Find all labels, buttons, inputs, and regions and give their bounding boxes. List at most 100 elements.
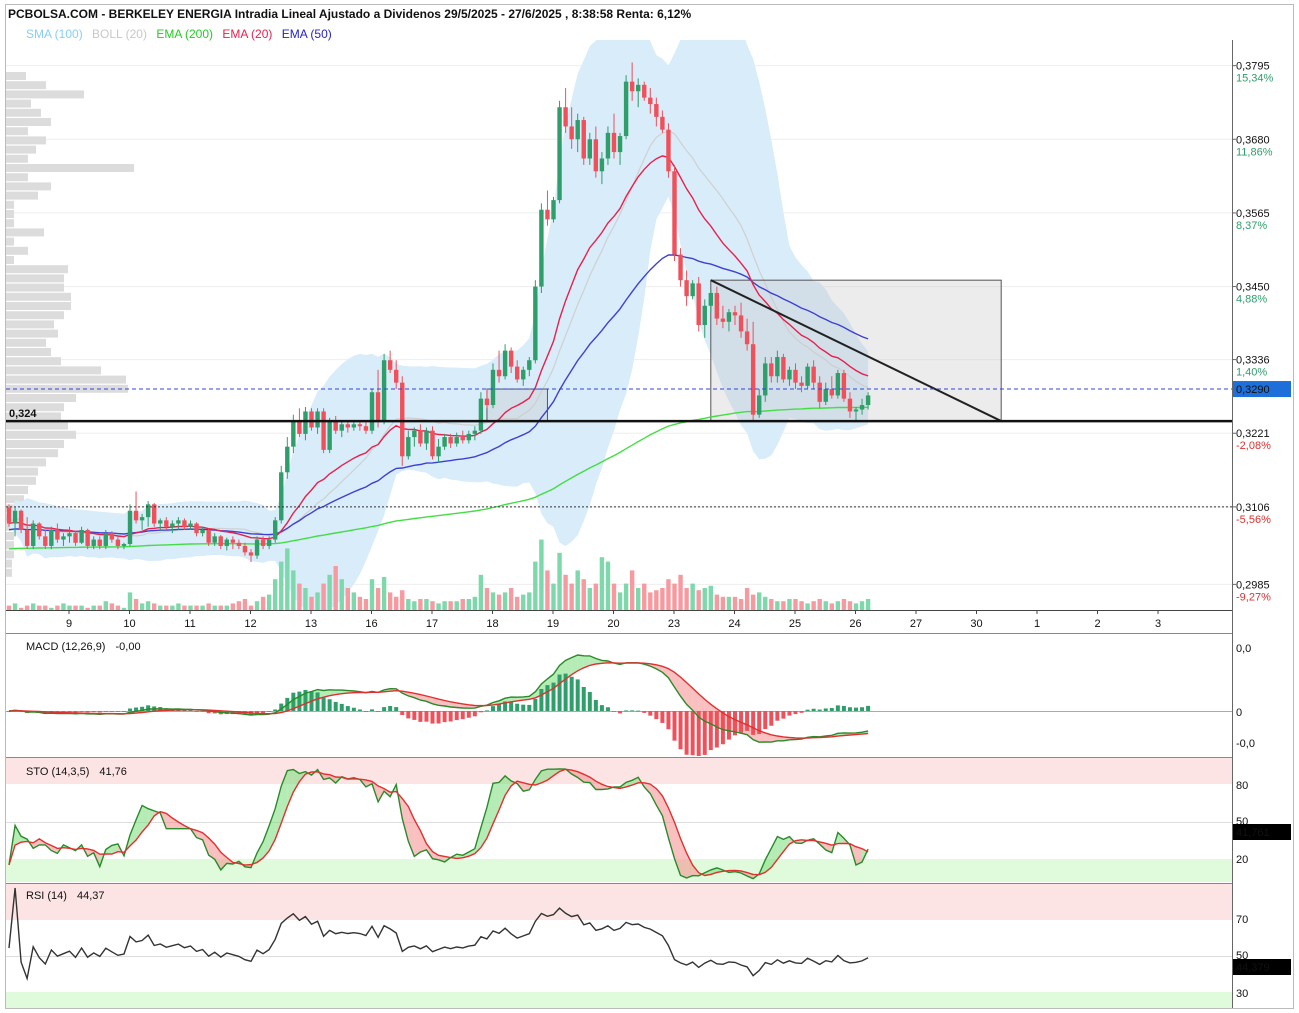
candle-body [436,446,441,457]
chart-canvas[interactable]: PCBOLSA.COM - BERKELEY ENERGIA Intradia … [0,0,1299,1013]
candle-body [684,280,689,297]
volume-profile-bar [6,421,68,430]
x-tick-label: 10 [123,618,135,630]
volume-bar [12,603,18,610]
candle-body [12,510,18,524]
macd-histogram-bar [599,705,604,711]
volume-profile-bar [6,99,31,108]
price-tick-label: 0,3565 [1236,208,1270,220]
macd-histogram-bar [575,679,580,711]
rsi-current-tag-text: 44,379 [1236,962,1270,974]
volume-bar [24,605,30,610]
candle-body [242,545,248,553]
candle-body [412,430,417,438]
volume-bar [672,583,677,610]
candle-body [97,539,102,546]
candle-body [133,510,139,521]
candle-body [387,360,393,370]
candle-body [454,437,459,444]
candle-body [31,523,36,546]
legend-ema200: EMA (200) [156,27,213,41]
volume-bar [37,605,42,610]
macd-histogram-bar [720,711,725,745]
macd-histogram-bar [460,711,465,720]
x-tick-label: 30 [970,618,982,630]
macd-histogram-bar [654,711,659,720]
volume-bar [617,592,623,610]
volume-profile-bar [6,145,36,154]
macd-histogram-bar [515,703,520,711]
volume-bar [418,599,423,610]
candle-body [611,132,617,153]
price-tick-label: 0,2985 [1236,579,1270,591]
candle-body [654,104,659,117]
candle-body [508,350,514,367]
x-tick-label: 11 [184,618,195,630]
macd-histogram-bar [466,711,471,718]
candle-body [865,395,871,406]
macd-histogram-bar [672,711,677,741]
candle-body [339,424,344,431]
macd-histogram-bar [128,708,132,711]
volume-bar [623,583,629,610]
price-tick-label: 0,3221 [1236,428,1270,440]
macd-histogram-bar [406,711,411,719]
volume-profile-bar [6,338,46,347]
candle-body [581,120,586,159]
candle-body [738,315,744,332]
candle-body [67,533,72,537]
macd-histogram-bar [860,707,865,711]
candle-body [260,539,266,546]
macd-histogram-bar [612,711,616,712]
candle-body [309,411,314,428]
volume-bar [18,607,24,610]
volume-bar [369,579,375,610]
candle-body [345,424,350,428]
macd-histogram-bar [430,711,435,724]
macd-histogram-bar [363,711,368,712]
volume-bar [557,552,562,610]
candle-body [690,283,695,297]
volume-bar [496,594,502,610]
volume-bar [744,588,750,610]
candle-body [599,158,605,172]
volume-profile-bar [6,246,28,255]
candle-body [200,529,205,534]
candle-body [369,392,375,431]
x-tick-label: 18 [486,618,498,630]
volume-profile-bar [6,182,51,191]
volume-bar [139,603,145,610]
volume-bar [394,596,399,610]
volume-bar [448,601,453,610]
volume-profile-bar [6,449,58,458]
volume-bar [170,605,175,610]
volume-bar [97,605,102,610]
candle-body [24,529,30,546]
candle-body [702,305,707,325]
stochastic-label: STO (14,3,5) 41,76 [26,766,127,778]
macd-axis-bottom: -0,0 [1236,738,1255,750]
candle-body [109,533,115,540]
volume-bar [636,588,641,610]
candle-body [666,129,671,172]
macd-histogram-bar [109,711,114,712]
macd-histogram-bar [297,691,302,711]
candle-body [575,120,580,140]
candle-body [726,312,732,322]
candle-body [696,283,701,325]
candle-body [394,369,399,383]
stochastic-current-tag-text: 41,761 [1236,827,1270,839]
candle-body [91,539,96,546]
macd-axis-top: 0,0 [1236,643,1251,655]
candle-body [303,411,308,434]
volume-bar [853,603,859,610]
volume-profile-bar [6,476,36,485]
macd-histogram-bar [811,708,816,711]
volume-bar [642,583,647,610]
candle-body [145,504,151,518]
macd-histogram-bar [835,705,840,711]
macd-label-value: -0,00 [115,641,140,653]
macd-histogram-bar [394,707,399,711]
candle-body [521,369,526,380]
candle-body [539,209,544,287]
